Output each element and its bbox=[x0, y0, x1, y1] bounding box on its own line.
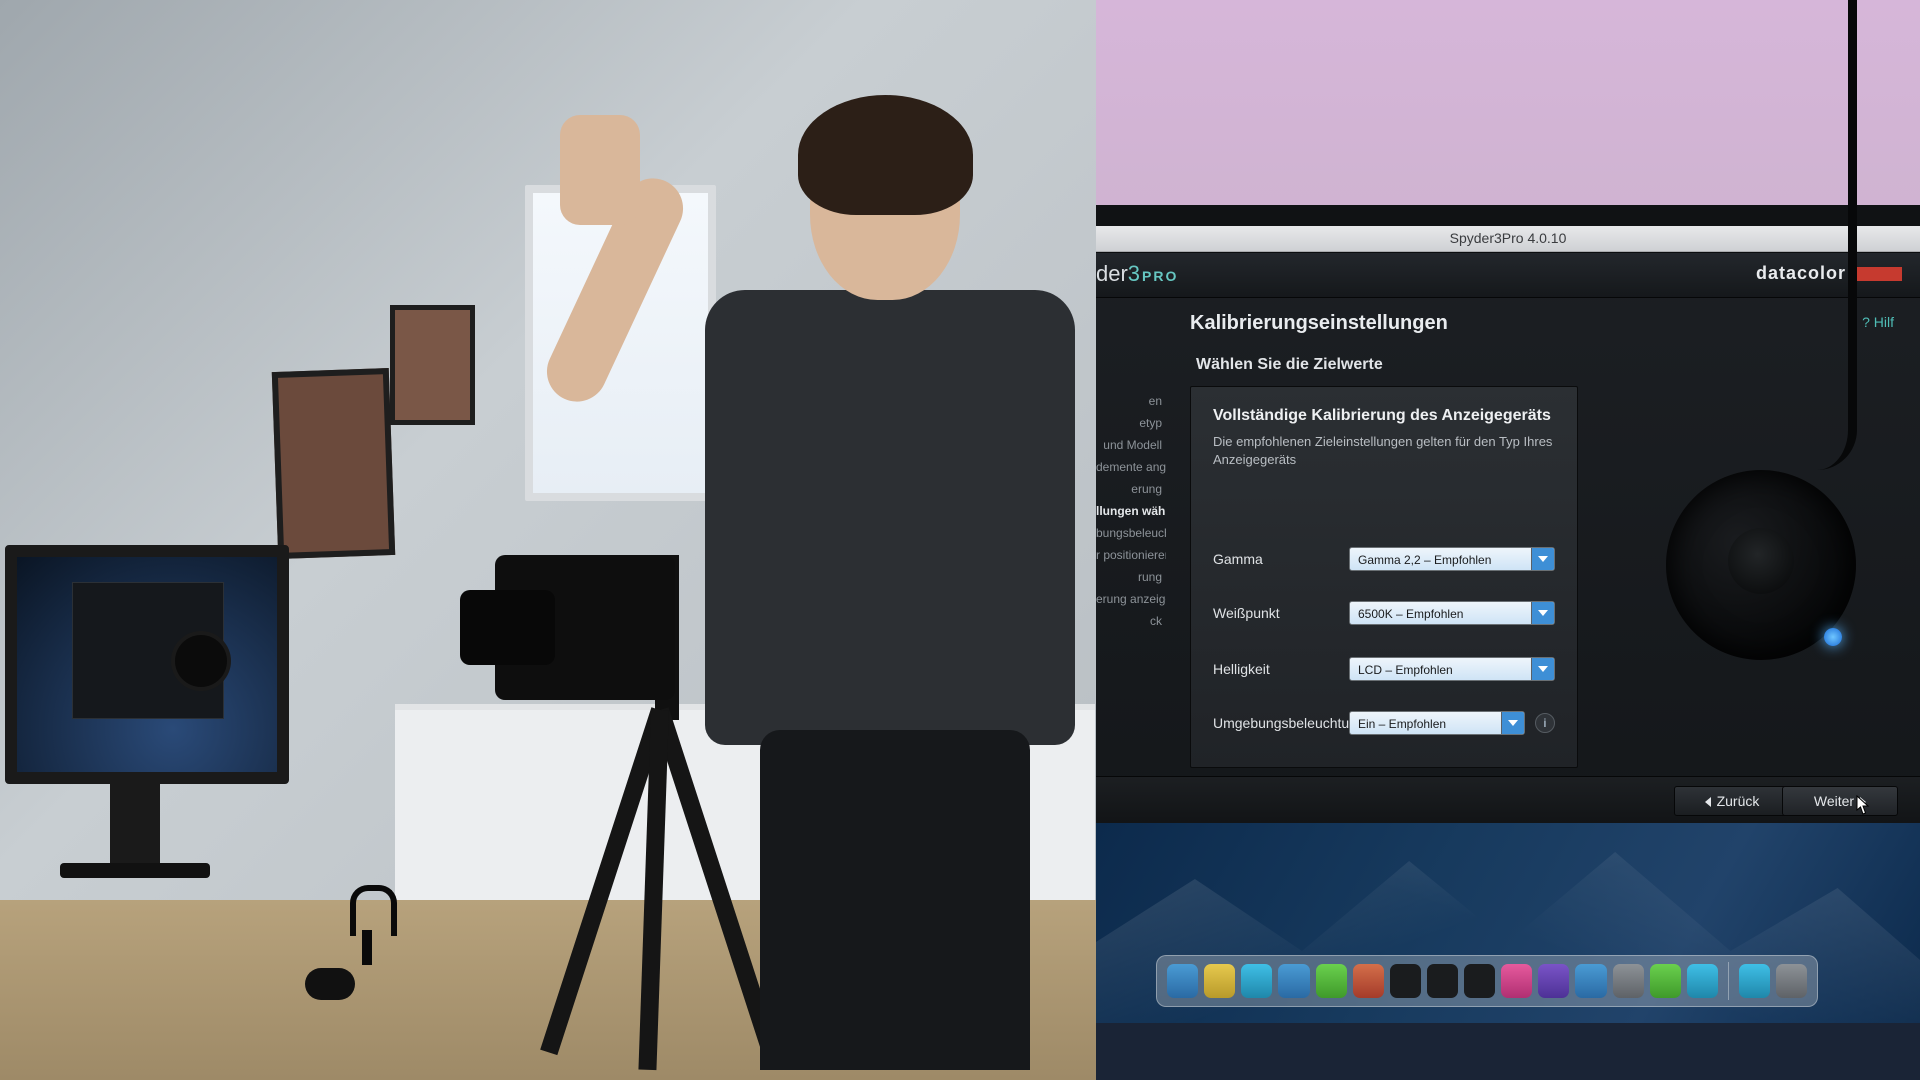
back-button[interactable]: Zurück bbox=[1674, 786, 1790, 816]
skype-icon[interactable] bbox=[1687, 964, 1718, 998]
brightness-select[interactable]: LCD – Empfohlen bbox=[1349, 657, 1555, 681]
wizard-step[interactable]: erung anzeigen bbox=[1096, 588, 1166, 610]
whitepoint-select[interactable]: 6500K – Empfohlen bbox=[1349, 601, 1555, 625]
product-logo: der3PRO bbox=[1096, 261, 1178, 287]
next-button[interactable]: Weiter bbox=[1782, 786, 1898, 816]
calendar-icon[interactable] bbox=[1353, 964, 1384, 998]
headphone-stand bbox=[340, 885, 395, 965]
logo-suffix: PRO bbox=[1142, 268, 1178, 284]
settings-card: Vollständige Kalibrierung des Anzeigeger… bbox=[1190, 386, 1578, 768]
messages-icon[interactable] bbox=[1316, 964, 1347, 998]
app-footer: Zurück Weiter bbox=[1096, 776, 1920, 823]
folder-icon[interactable] bbox=[1739, 964, 1770, 998]
preview-icon[interactable] bbox=[1613, 964, 1644, 998]
whitepoint-value: 6500K – Empfohlen bbox=[1358, 607, 1463, 621]
ambient-label: Umgebungsbeleuchtu bbox=[1213, 715, 1349, 731]
app-header: der3PRO datacolor bbox=[1096, 253, 1920, 298]
desk-mouse bbox=[305, 968, 355, 1000]
wizard-step[interactable]: etyp bbox=[1096, 412, 1166, 434]
gamma-value: Gamma 2,2 – Empfohlen bbox=[1358, 553, 1491, 567]
field-brightness: Helligkeit LCD – Empfohlen bbox=[1213, 655, 1555, 683]
cursor-icon bbox=[1856, 795, 1870, 815]
info-icon[interactable]: i bbox=[1535, 713, 1555, 733]
photos-icon[interactable] bbox=[1501, 964, 1532, 998]
desk-monitor bbox=[5, 545, 268, 848]
wizard-step[interactable]: demente angeben bbox=[1096, 456, 1166, 478]
appstore-icon[interactable] bbox=[1575, 964, 1606, 998]
camera bbox=[495, 555, 675, 700]
puck-lens bbox=[1728, 528, 1794, 594]
finder-icon[interactable] bbox=[1167, 964, 1198, 998]
field-gamma: Gamma Gamma 2,2 – Empfohlen bbox=[1213, 545, 1555, 573]
colorimeter-device bbox=[175, 635, 227, 687]
spotify-icon[interactable] bbox=[1650, 964, 1681, 998]
trash-icon[interactable] bbox=[1776, 964, 1807, 998]
page-subtitle: Wählen Sie die Zielwerte bbox=[1196, 356, 1383, 374]
ambient-select[interactable]: Ein – Empfohlen bbox=[1349, 711, 1525, 735]
logo-number: 3 bbox=[1128, 261, 1140, 286]
wizard-step[interactable]: en bbox=[1096, 390, 1166, 412]
monitor-closeup: Spyder3Pro 4.0.10 der3PRO datacolor Kali… bbox=[1096, 0, 1920, 1080]
wizard-step[interactable]: und Modell bbox=[1096, 434, 1166, 456]
bridge-icon[interactable] bbox=[1464, 964, 1495, 998]
gamma-select[interactable]: Gamma 2,2 – Empfohlen bbox=[1349, 547, 1555, 571]
company-logo-bar bbox=[1850, 267, 1902, 281]
field-whitepoint: Weißpunkt 6500K – Empfohlen bbox=[1213, 599, 1555, 627]
help-link[interactable]: Hilf bbox=[1862, 314, 1894, 330]
dock-divider bbox=[1728, 962, 1729, 1000]
wall-art bbox=[272, 368, 395, 559]
page-title: Kalibrierungseinstellungen bbox=[1190, 312, 1448, 335]
card-heading: Vollständige Kalibrierung des Anzeigeger… bbox=[1213, 407, 1555, 425]
wizard-step[interactable]: llungen wählen bbox=[1096, 500, 1166, 522]
back-label: Zurück bbox=[1717, 793, 1760, 809]
brightness-label: Helligkeit bbox=[1213, 661, 1349, 677]
field-ambient: Umgebungsbeleuchtu Ein – Empfohlen i bbox=[1213, 709, 1555, 737]
studio-photo bbox=[0, 0, 1096, 1080]
macos-dock[interactable] bbox=[1156, 955, 1818, 1007]
wizard-steps: en etyp und Modell demente angeben erung… bbox=[1096, 390, 1166, 632]
chevron-down-icon bbox=[1538, 610, 1548, 616]
colorimeter-puck bbox=[1666, 470, 1856, 660]
card-description: Die empfohlenen Zieleinstellungen gelten… bbox=[1213, 433, 1555, 468]
safari-icon[interactable] bbox=[1241, 964, 1272, 998]
chevron-down-icon bbox=[1538, 666, 1548, 672]
itunes-icon[interactable] bbox=[1538, 964, 1569, 998]
launchpad-icon[interactable] bbox=[1204, 964, 1235, 998]
person bbox=[690, 110, 1090, 1070]
wall-art bbox=[390, 305, 475, 425]
window-titlebar[interactable]: Spyder3Pro 4.0.10 bbox=[1096, 226, 1920, 252]
logo-text: der bbox=[1096, 261, 1128, 286]
wizard-step[interactable]: r positionieren bbox=[1096, 544, 1166, 566]
sensor-cable bbox=[1812, 0, 1857, 470]
chevron-down-icon bbox=[1508, 720, 1518, 726]
gamma-label: Gamma bbox=[1213, 551, 1349, 567]
mail-icon[interactable] bbox=[1278, 964, 1309, 998]
photoshop-icon[interactable] bbox=[1427, 964, 1458, 998]
chevron-left-icon bbox=[1705, 797, 1711, 807]
ambient-value: Ein – Empfohlen bbox=[1358, 717, 1446, 731]
brightness-value: LCD – Empfohlen bbox=[1358, 663, 1453, 677]
wizard-step[interactable]: erung bbox=[1096, 478, 1166, 500]
status-led-icon bbox=[1824, 628, 1842, 646]
wizard-step[interactable]: rung bbox=[1096, 566, 1166, 588]
whitepoint-label: Weißpunkt bbox=[1213, 605, 1349, 621]
next-label: Weiter bbox=[1814, 793, 1854, 809]
lightroom-icon[interactable] bbox=[1390, 964, 1421, 998]
chevron-down-icon bbox=[1538, 556, 1548, 562]
wizard-step[interactable]: bungsbeleuchtung bbox=[1096, 522, 1166, 544]
wizard-step[interactable]: ck bbox=[1096, 610, 1166, 632]
